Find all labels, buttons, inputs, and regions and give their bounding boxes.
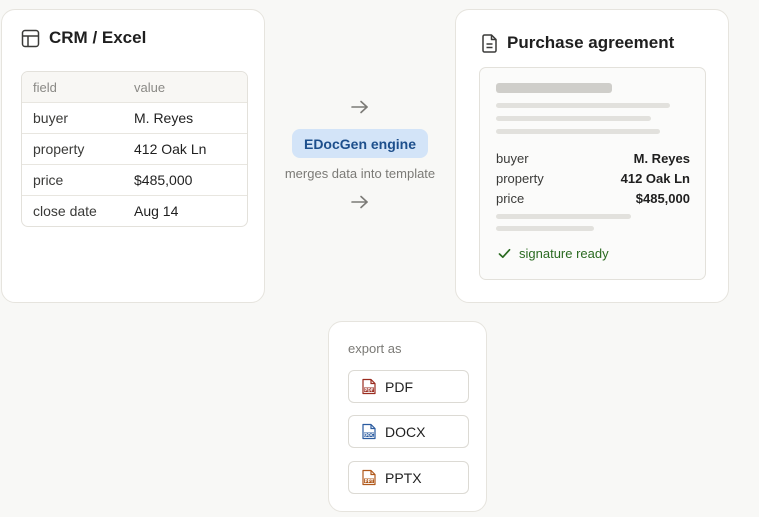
engine-caption: merges data into template [284, 166, 436, 181]
placeholder-text-line [496, 103, 670, 108]
crm-card-title: CRM / Excel [49, 28, 147, 47]
signature-status-text: signature ready [519, 246, 609, 261]
merged-field: buyer M. Reyes [496, 148, 690, 168]
table-row: property 412 Oak Ln [22, 133, 247, 164]
table-header-row: field value [22, 72, 247, 102]
pdf-file-icon: PDF [362, 378, 376, 395]
purchase-agreement-card: Purchase agreement buyer M. Reyes proper… [455, 9, 729, 303]
table-row: buyer M. Reyes [22, 102, 247, 133]
merged-fields: buyer M. Reyes property 412 Oak Ln price… [496, 148, 690, 208]
placeholder-text-line [496, 226, 594, 231]
placeholder-text-line [496, 214, 631, 219]
docx-file-icon: DOC [362, 423, 376, 440]
engine-badge: EDocGen engine [292, 129, 428, 158]
crm-data-table: field value buyer M. Reyes property 412 … [21, 71, 248, 227]
row-field-cell: property [33, 141, 85, 157]
row-value-cell: M. Reyes [134, 110, 194, 126]
checkmark-icon [498, 248, 511, 259]
agreement-card-title: Purchase agreement [507, 33, 675, 52]
agreement-card-header: Purchase agreement [481, 33, 674, 53]
merged-field-value: 412 Oak Ln [620, 170, 690, 186]
export-label: export as [348, 341, 402, 356]
row-value-cell: $485,000 [134, 172, 193, 188]
pptx-file-icon: PPT [362, 469, 376, 486]
column-header-value: value [134, 79, 166, 95]
svg-text:PDF: PDF [364, 387, 374, 392]
crm-source-card: CRM / Excel field value buyer M. Reyes p… [1, 9, 265, 303]
export-card: export as PDF PDF DOC DOCX PPT PPTX [328, 321, 487, 512]
crm-card-header: CRM / Excel [21, 28, 146, 48]
row-field-cell: price [33, 172, 64, 188]
placeholder-title-line [496, 83, 612, 93]
table-row: price $485,000 [22, 164, 247, 195]
placeholder-text-line [496, 116, 651, 121]
export-pdf-label: PDF [385, 378, 413, 395]
svg-text:PPT: PPT [365, 478, 374, 483]
svg-text:DOC: DOC [364, 432, 374, 437]
merged-field-value: M. Reyes [633, 150, 690, 166]
table-icon [21, 29, 40, 48]
row-field-cell: buyer [33, 110, 69, 126]
export-pdf-button[interactable]: PDF PDF [348, 370, 469, 403]
export-docx-label: DOCX [385, 423, 426, 440]
merged-field-label: buyer [496, 150, 529, 166]
export-pptx-label: PPTX [385, 469, 422, 486]
table-row: close date Aug 14 [22, 195, 247, 226]
merged-field-label: price [496, 190, 525, 206]
export-docx-button[interactable]: DOC DOCX [348, 415, 469, 448]
column-header-field: field [33, 79, 57, 95]
arrow-right-icon [350, 100, 370, 114]
merged-field: price $485,000 [496, 188, 690, 208]
merged-field-value: $485,000 [635, 190, 690, 206]
export-pptx-button[interactable]: PPT PPTX [348, 461, 469, 494]
merged-field-label: property [496, 170, 544, 186]
row-field-cell: close date [33, 203, 97, 219]
merged-field: property 412 Oak Ln [496, 168, 690, 188]
arrow-right-icon [350, 195, 370, 209]
row-value-cell: 412 Oak Ln [134, 141, 207, 157]
signature-status: signature ready [498, 246, 609, 261]
row-value-cell: Aug 14 [134, 203, 179, 219]
document-icon [481, 33, 498, 53]
placeholder-text-line [496, 129, 660, 134]
document-preview: buyer M. Reyes property 412 Oak Ln price… [479, 67, 706, 280]
